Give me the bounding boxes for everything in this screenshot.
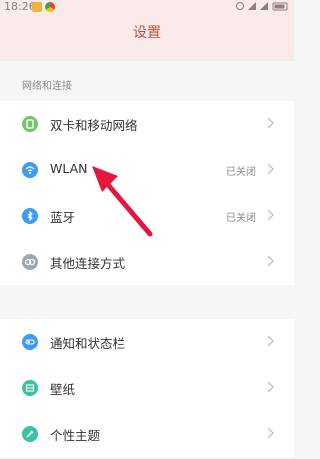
chevron-right-icon [267,209,274,221]
chevron-right-icon [267,163,274,175]
chevron-right-icon [267,117,274,129]
settings-item-label: 其他连接方式 [50,256,126,271]
bluetooth-icon [22,208,38,224]
settings-item-label: 蓝牙 [50,210,76,225]
settings-group-display: 通知和状态栏 壁纸 个性主题 [0,319,294,457]
settings-item-value: 已关闭 [226,167,256,178]
toggle-icon [22,334,38,350]
settings-item-label: 通知和状态栏 [50,336,126,351]
settings-item-themes[interactable]: 个性主题 [0,411,294,457]
wallpaper-icon [22,380,38,396]
page-title: 设置 [133,25,161,41]
header: 设置 [0,14,294,61]
settings-item-wallpaper[interactable]: 壁纸 [0,365,294,411]
settings-item-bluetooth[interactable]: 蓝牙 已关闭 [0,193,294,239]
browser-app-icon [45,2,55,12]
chevron-right-icon [267,427,274,439]
chevron-right-icon [267,381,274,393]
section-label-network: 网络和连接 [22,81,72,92]
settings-item-value: 已关闭 [226,213,256,224]
notification-app-icon [32,2,42,12]
status-bar: 18:26 [0,0,294,14]
chevron-right-icon [267,255,274,267]
settings-item-notifications[interactable]: 通知和状态栏 [0,319,294,365]
settings-group-network: 双卡和移动网络 WLAN 已关闭 蓝牙 已关闭 其他连接方式 [0,101,294,285]
settings-item-dual-sim[interactable]: 双卡和移动网络 [0,101,294,147]
chevron-right-icon [267,335,274,347]
wifi-icon [22,162,38,178]
theme-brush-icon [22,426,38,442]
link-icon [22,254,38,270]
settings-item-label: WLAN [50,161,88,176]
settings-item-label: 个性主题 [50,428,101,443]
sim-card-icon [22,116,38,132]
status-time: 18:26 [4,0,36,13]
settings-item-label: 壁纸 [50,382,76,397]
settings-item-wlan[interactable]: WLAN 已关闭 [0,147,294,193]
settings-item-other-connections[interactable]: 其他连接方式 [0,239,294,285]
settings-item-label: 双卡和移动网络 [50,118,138,133]
status-icons [236,1,290,14]
